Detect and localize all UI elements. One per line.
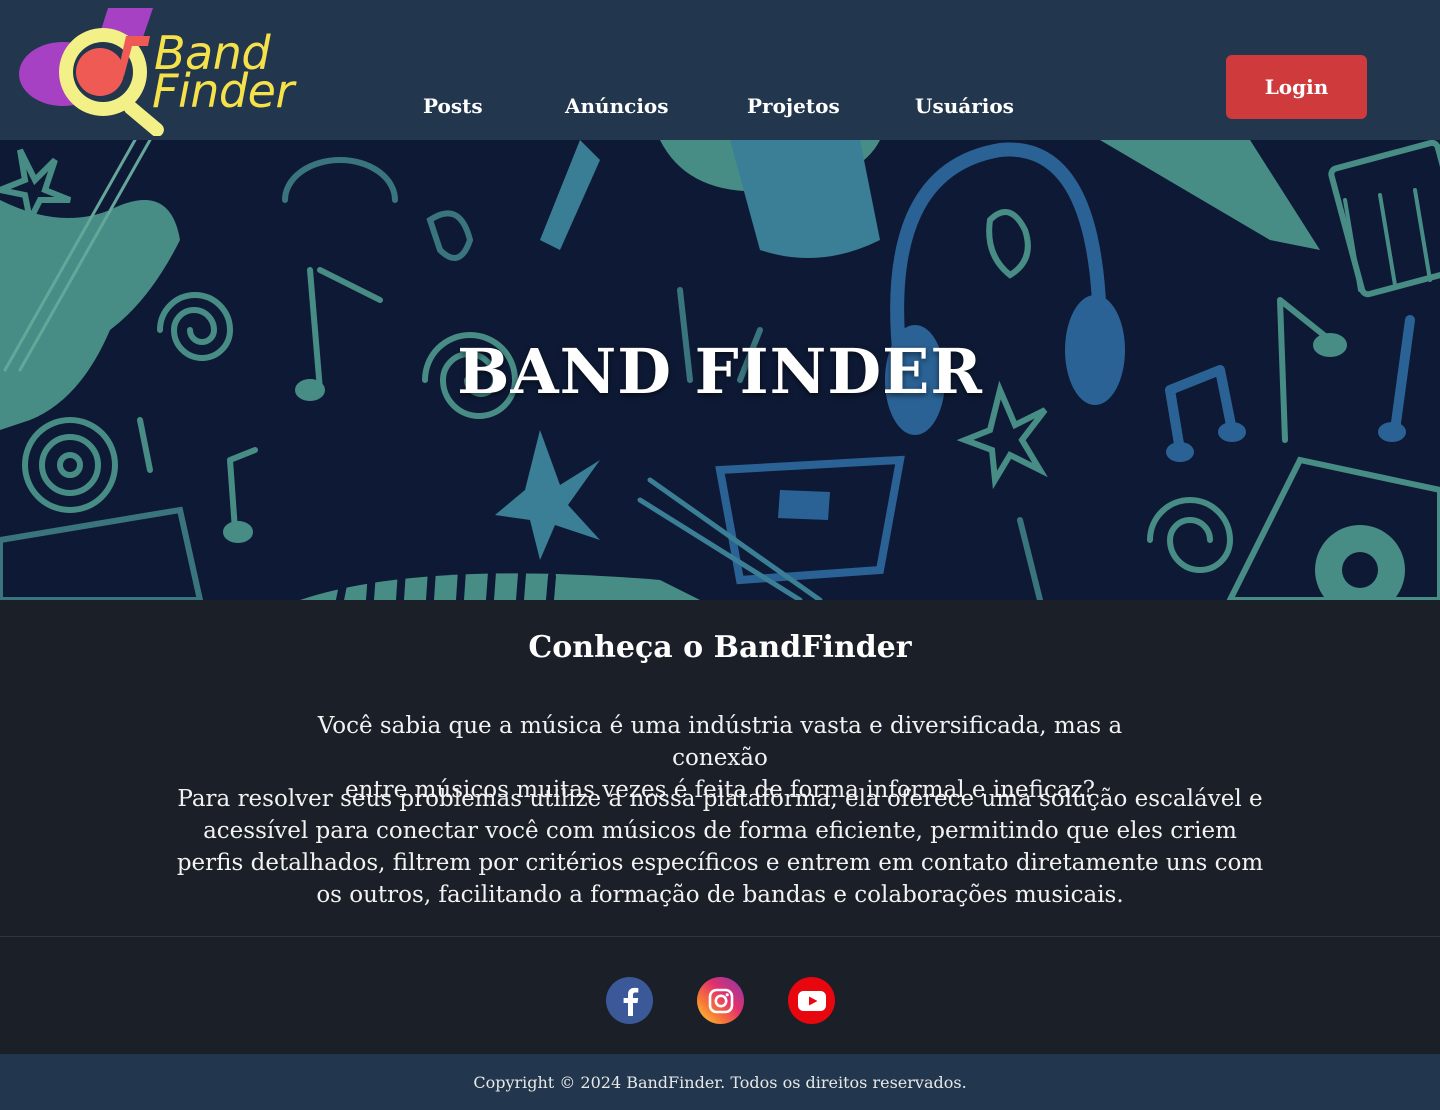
hero-title: BAND FINDER	[457, 335, 983, 408]
bandfinder-logo[interactable]: Band Finder	[18, 6, 318, 136]
login-button[interactable]: Login	[1226, 55, 1367, 119]
youtube-icon[interactable]	[788, 977, 835, 1024]
nav-projetos[interactable]: Projetos	[747, 94, 840, 118]
copyright-text: Copyright © 2024 BandFinder. Todos os di…	[473, 1072, 967, 1092]
facebook-icon[interactable]	[606, 977, 653, 1024]
facebook-glyph	[623, 987, 638, 1016]
nav-usuarios[interactable]: Usuários	[915, 94, 1014, 118]
about-section: Conheça o BandFinder Você sabia que a mú…	[0, 600, 1440, 936]
site-header: Band Finder Posts Anúncios Projetos Usuá…	[0, 0, 1440, 140]
youtube-glyph	[797, 990, 826, 1011]
site-footer: Copyright © 2024 BandFinder. Todos os di…	[0, 1054, 1440, 1110]
logo-line-finder: Finder	[152, 64, 294, 118]
logo-wordmark: Band Finder	[152, 30, 294, 118]
about-intro-line1: Você sabia que a música é uma indústria …	[317, 713, 1123, 771]
about-solution-paragraph: Para resolver seus problemas utilize a n…	[176, 786, 1264, 908]
social-links	[0, 977, 1440, 1025]
instagram-icon[interactable]	[697, 977, 744, 1024]
about-title: Conheça o BandFinder	[528, 630, 912, 665]
instagram-glyph	[708, 988, 733, 1013]
hero-banner: BAND FINDER	[0, 140, 1440, 600]
nav-posts[interactable]: Posts	[423, 94, 483, 118]
section-divider	[0, 936, 1440, 937]
nav-anuncios[interactable]: Anúncios	[565, 94, 669, 118]
